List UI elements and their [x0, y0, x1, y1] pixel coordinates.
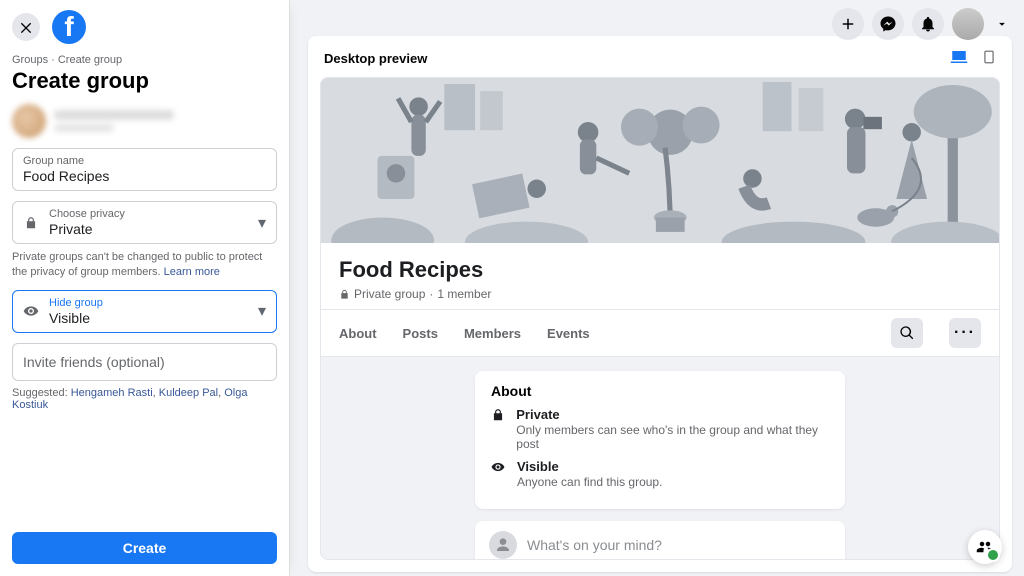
mobile-view-icon[interactable]: [982, 48, 996, 69]
create-group-sidebar: f Groups · Create group Create group Gro…: [0, 0, 290, 576]
group-tabs: About Posts Members Events ···: [321, 309, 999, 357]
tab-members[interactable]: Members: [464, 326, 521, 341]
visibility-label: Hide group: [49, 297, 248, 309]
breadcrumb-leaf: Create group: [58, 54, 122, 66]
plus-icon[interactable]: [832, 8, 864, 40]
account-caret-icon[interactable]: [992, 14, 1012, 34]
privacy-hint: Private groups can't be changed to publi…: [12, 250, 277, 280]
group-subtitle: Private group · 1 member: [339, 287, 981, 301]
feed-area: About Private Only members can see who's…: [321, 357, 999, 560]
privacy-value: Private: [49, 221, 248, 237]
about-visible-desc: Anyone can find this group.: [517, 475, 662, 489]
eye-icon: [23, 303, 39, 319]
preview-body: Food Recipes Private group · 1 member Ab…: [320, 77, 1000, 560]
tab-about[interactable]: About: [339, 326, 377, 341]
about-card: About Private Only members can see who's…: [475, 371, 845, 509]
create-button[interactable]: Create: [12, 532, 277, 564]
visibility-select[interactable]: Hide group Visible ▾: [12, 290, 277, 333]
chevron-down-icon: ▾: [258, 213, 266, 233]
group-name-value: Food Recipes: [23, 168, 266, 184]
composer-prompt: What's on your mind?: [527, 537, 831, 553]
lock-icon: [23, 216, 39, 230]
group-header: Food Recipes Private group · 1 member: [321, 243, 999, 309]
desktop-view-icon[interactable]: [950, 48, 968, 69]
tab-posts[interactable]: Posts: [403, 326, 438, 341]
new-message-fab[interactable]: [968, 530, 1002, 564]
status-badge: [986, 548, 1000, 562]
suggested-friends: Suggested: Hengameh Rasti, Kuldeep Pal, …: [12, 387, 277, 411]
invite-friends-input[interactable]: Invite friends (optional): [12, 343, 277, 381]
lock-icon: [491, 407, 506, 451]
desktop-preview-panel: Desktop preview: [308, 36, 1012, 572]
preview-header-label: Desktop preview: [324, 51, 427, 66]
post-composer[interactable]: What's on your mind?: [475, 521, 845, 560]
messenger-icon[interactable]: [872, 8, 904, 40]
learn-more-link[interactable]: Learn more: [164, 266, 220, 278]
avatar[interactable]: [952, 8, 984, 40]
privacy-label: Choose privacy: [49, 208, 248, 220]
eye-icon: [491, 459, 507, 489]
more-icon: ···: [954, 324, 976, 342]
suggested-link[interactable]: Kuldeep Pal: [159, 387, 218, 399]
visibility-value: Visible: [49, 310, 248, 326]
group-name-label: Group name: [23, 155, 266, 167]
about-visible-title: Visible: [517, 459, 662, 474]
lock-icon: [339, 289, 350, 300]
chevron-down-icon: ▾: [258, 301, 266, 321]
group-name-field[interactable]: Group name Food Recipes: [12, 148, 277, 191]
search-button[interactable]: [891, 318, 923, 348]
privacy-select[interactable]: Choose privacy Private ▾: [12, 201, 277, 244]
suggested-link[interactable]: Hengameh Rasti: [71, 387, 153, 399]
facebook-logo-icon[interactable]: f: [52, 10, 86, 44]
tab-events[interactable]: Events: [547, 326, 590, 341]
breadcrumb-root[interactable]: Groups: [12, 54, 48, 66]
group-title: Food Recipes: [339, 257, 981, 283]
avatar-icon: [489, 531, 517, 559]
sidebar-title: Create group: [12, 68, 277, 94]
about-heading: About: [491, 383, 829, 399]
close-icon[interactable]: [12, 13, 40, 41]
more-button[interactable]: ···: [949, 318, 981, 348]
top-header-actions: [832, 8, 1012, 40]
breadcrumb: Groups · Create group: [12, 54, 277, 66]
about-private-title: Private: [516, 407, 829, 422]
search-icon: [899, 325, 915, 341]
about-private-desc: Only members can see who's in the group …: [516, 423, 829, 451]
current-user: [12, 104, 277, 138]
cover-illustration: [321, 78, 999, 243]
bell-icon[interactable]: [912, 8, 944, 40]
